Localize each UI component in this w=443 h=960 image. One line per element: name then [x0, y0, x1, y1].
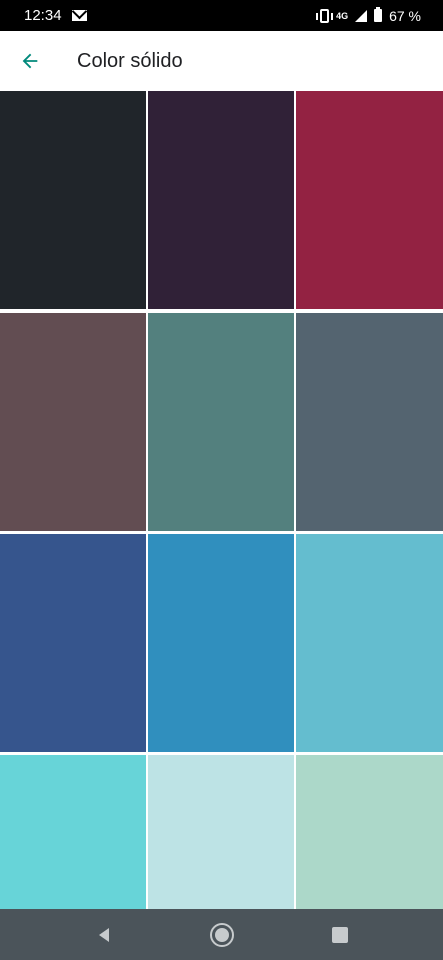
battery-icon [374, 7, 383, 22]
vibrate-icon [316, 8, 334, 23]
navigation-bar [0, 909, 443, 960]
nav-home-button[interactable] [163, 909, 281, 960]
back-button[interactable] [0, 31, 60, 91]
color-swatch[interactable] [148, 91, 294, 309]
network-type: 4G [336, 10, 349, 21]
mail-icon [71, 10, 87, 21]
color-grid [0, 91, 443, 909]
color-swatch[interactable] [296, 91, 443, 309]
status-right: 4G 67 % [316, 7, 421, 24]
color-swatch[interactable] [148, 313, 294, 531]
battery-level: 67 % [389, 7, 421, 24]
color-swatch[interactable] [0, 755, 146, 909]
color-swatch[interactable] [0, 534, 146, 752]
status-time: 12:34 [24, 7, 62, 24]
status-bar: 12:34 4G 67 % [0, 0, 443, 31]
color-swatch[interactable] [148, 534, 294, 752]
signal-icon [355, 9, 368, 22]
color-swatch[interactable] [0, 313, 146, 531]
color-swatch[interactable] [148, 755, 294, 909]
arrow-back-icon [22, 53, 38, 69]
status-left: 12:34 [24, 7, 87, 24]
color-swatch[interactable] [0, 91, 146, 309]
triangle-back-icon [98, 927, 109, 942]
app-bar: Color sólido [0, 31, 443, 91]
color-swatch[interactable] [296, 755, 443, 909]
square-recents-icon [331, 926, 348, 943]
nav-back-button[interactable] [45, 909, 163, 960]
nav-recents-button[interactable] [281, 909, 399, 960]
page-title: Color sólido [77, 49, 183, 72]
circle-home-icon [209, 922, 234, 947]
color-swatch[interactable] [296, 534, 443, 752]
color-swatch[interactable] [296, 313, 443, 531]
